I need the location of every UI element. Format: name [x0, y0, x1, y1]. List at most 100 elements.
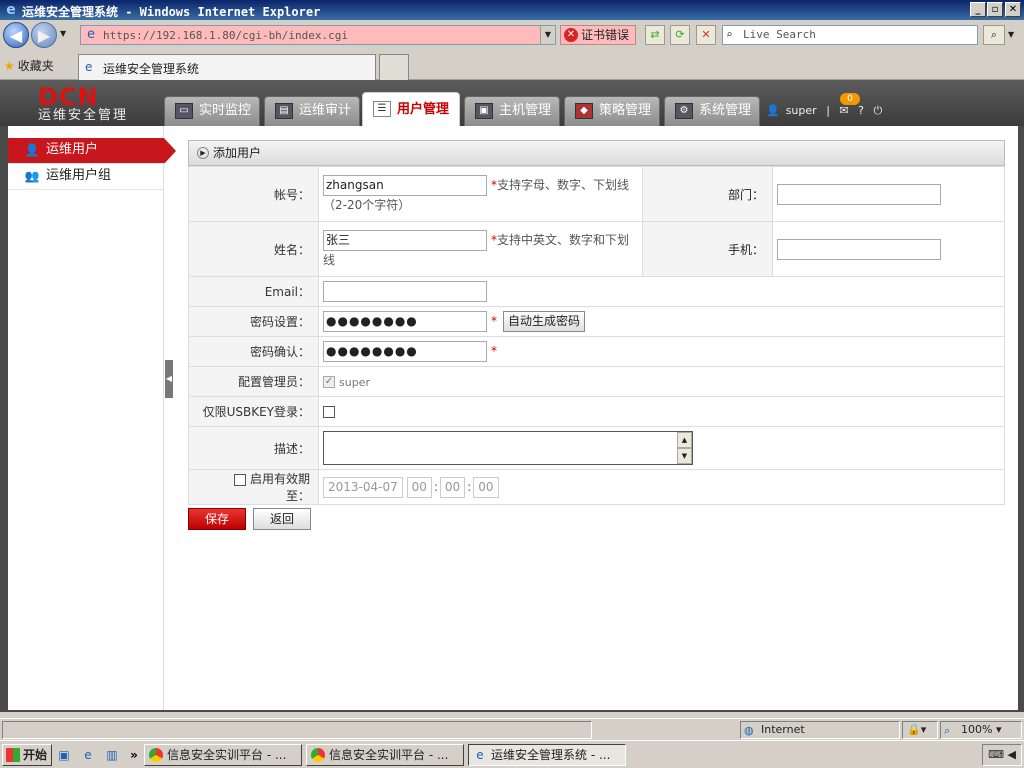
content-area: 👤 运维用户 👥 运维用户组 ◀ ▶ 添加用户 帐号： zhangsan *支持字… — [8, 126, 1018, 710]
zoom-button[interactable]: ⌕ 100% ▾ — [940, 721, 1022, 739]
user-doc-icon: ☰ — [373, 101, 391, 117]
monitor-icon: ▭ — [175, 103, 193, 119]
compat-view-icon[interactable]: ⇄ — [645, 25, 665, 45]
globe-icon: ◍ — [744, 724, 754, 737]
user-group-icon: 👥 — [24, 169, 40, 183]
search-input[interactable]: ⌕ Live Search — [722, 25, 978, 45]
ie-tab-icon: e — [85, 60, 93, 74]
refresh-icon[interactable]: ⟳ — [670, 25, 690, 45]
browser-tab[interactable]: e 运维安全管理系统 — [78, 54, 376, 80]
admin-value: super — [339, 375, 370, 389]
logo: DCN 运维安全管理 — [38, 83, 129, 123]
star-icon: ★ — [4, 59, 15, 73]
name-label: 姓名： — [188, 221, 319, 277]
cert-error-label: 证书错误 — [581, 28, 630, 42]
new-tab-button[interactable] — [379, 54, 409, 80]
expiry-date-input[interactable]: 2013-04-07 — [323, 476, 403, 498]
quicklaunch-more-icon[interactable]: » — [126, 747, 142, 763]
ie-icon: e — [476, 748, 484, 762]
tab-user-management[interactable]: ☰ 用户管理 — [362, 92, 460, 126]
address-bar[interactable]: e https://192.168.1.80/cgi-bh/index.cgi … — [80, 25, 556, 45]
search-options-icon[interactable]: ▼ — [1008, 30, 1014, 39]
favorites-button[interactable]: ★ 收藏夹 — [4, 57, 54, 74]
stop-icon[interactable]: ✕ — [696, 25, 716, 45]
status-text — [2, 721, 592, 739]
help-icon[interactable]: ? — [858, 104, 864, 117]
phone-label: 手机： — [642, 221, 773, 277]
forward-nav-button[interactable]: ▶ — [31, 22, 57, 48]
textarea-scrollbar[interactable]: ▲ ▼ — [677, 432, 692, 464]
expiry-second-input[interactable]: 00 — [473, 476, 499, 498]
expiry-minute-input[interactable]: 00 — [439, 476, 466, 498]
name-input[interactable]: 张三 — [323, 230, 487, 251]
save-button[interactable]: 保存 — [188, 508, 246, 530]
history-dropdown-icon[interactable]: ▼ — [60, 29, 66, 38]
start-button[interactable]: 开始 — [2, 744, 52, 766]
search-icon: ⌕ — [726, 28, 733, 41]
panel-header: ▶ 添加用户 — [188, 140, 1005, 166]
sidebar: 👤 运维用户 👥 运维用户组 — [8, 126, 176, 710]
add-user-form: 帐号： zhangsan *支持字母、数字、下划线（2-20个字符） 部门： 姓名… — [188, 166, 1005, 505]
cert-error-button[interactable]: ✕ 证书错误 — [560, 25, 636, 45]
chrome-icon — [149, 748, 163, 762]
department-input[interactable] — [777, 183, 941, 205]
system-tray: ⌨ ◀ — [982, 744, 1022, 766]
logout-icon[interactable]: ⏻ — [873, 104, 882, 117]
email-input[interactable] — [323, 281, 487, 302]
scroll-up-icon[interactable]: ▲ — [677, 432, 692, 448]
confirm-password-input[interactable]: ●●●●●●●● — [323, 341, 487, 362]
protected-mode-icon[interactable]: 🔒▾ — [902, 721, 938, 739]
task-button-3[interactable]: e 运维安全管理系统 - ... — [468, 744, 626, 766]
keyboard-icon[interactable]: ⌨ — [988, 748, 1004, 761]
email-label: Email： — [188, 276, 319, 307]
expiry-hour-input[interactable]: 00 — [406, 476, 432, 498]
current-user[interactable]: super — [786, 104, 817, 117]
expiry-label-cell: 启用有效期至： — [188, 469, 319, 505]
minimize-button[interactable]: _ — [970, 2, 986, 17]
volume-icon[interactable]: ◀ — [1007, 748, 1015, 761]
tab-system-management[interactable]: ⚙ 系统管理 — [664, 96, 760, 126]
audit-icon: ▤ — [275, 103, 293, 119]
favorites-bar: ★ 收藏夹 e 运维安全管理系统 — [0, 52, 1024, 80]
zone-indicator[interactable]: ◍ Internet — [740, 721, 900, 739]
account-input[interactable]: zhangsan — [323, 175, 487, 196]
message-count-badge: 0 — [840, 93, 860, 105]
back-nav-button[interactable]: ◀ — [3, 22, 29, 48]
show-desktop-icon[interactable]: ▣ — [56, 747, 72, 763]
app-header: DCN 运维安全管理 ▭ 实时监控 ▤ 运维审计 ☰ 用户管理 ▣ 主机管理 ◆ 策略管理… — [0, 80, 1024, 126]
task-button-1[interactable]: 信息安全实训平台 - ... — [144, 744, 302, 766]
windows-logo-icon — [6, 748, 20, 762]
generate-password-button[interactable]: 自动生成密码 — [503, 311, 586, 332]
expiry-checkbox[interactable] — [234, 473, 247, 486]
search-placeholder: Live Search — [743, 28, 816, 41]
sidebar-item-ops-user-groups[interactable]: 👥 运维用户组 — [8, 164, 164, 190]
mail-icon[interactable]: ✉ — [839, 104, 848, 117]
back-button[interactable]: 返回 — [253, 508, 311, 530]
account-label: 帐号： — [188, 166, 319, 222]
usbkey-label: 仅限USBKEY登录： — [188, 396, 319, 427]
close-window-button[interactable]: ✕ — [1005, 2, 1021, 17]
sidebar-item-ops-users[interactable]: 👤 运维用户 — [8, 138, 176, 164]
tab-host-management[interactable]: ▣ 主机管理 — [464, 96, 560, 126]
status-bar: ◍ Internet 🔒▾ ⌕ 100% ▾ — [0, 718, 1024, 740]
scroll-down-icon[interactable]: ▼ — [677, 448, 692, 464]
usbkey-checkbox[interactable] — [323, 406, 335, 418]
tab-realtime-monitor[interactable]: ▭ 实时监控 — [164, 96, 260, 126]
description-textarea[interactable]: ▲ ▼ — [323, 431, 693, 465]
admin-checkbox[interactable]: ✓ — [323, 376, 335, 388]
maximize-button[interactable]: ▫ — [987, 2, 1003, 17]
password-input[interactable]: ●●●●●●●● — [323, 311, 487, 332]
tab-audit[interactable]: ▤ 运维审计 — [264, 96, 360, 126]
app-frame: DCN 运维安全管理 ▭ 实时监控 ▤ 运维审计 ☰ 用户管理 ▣ 主机管理 ◆ 策略管理… — [0, 80, 1024, 712]
address-dropdown-icon[interactable]: ▼ — [540, 26, 555, 44]
tab-policy-management[interactable]: ◆ 策略管理 — [564, 96, 660, 126]
explorer-quicklaunch-icon[interactable]: ▥ — [104, 747, 120, 763]
ie-quicklaunch-icon[interactable]: e — [80, 747, 96, 763]
search-go-icon[interactable]: ⌕ — [983, 25, 1005, 45]
user-icon: 👤 — [766, 104, 780, 117]
user-icon: 👤 — [24, 143, 40, 157]
task-button-2[interactable]: 信息安全实训平台 - ... — [306, 744, 464, 766]
sidebar-collapse-handle[interactable]: ◀ — [165, 360, 173, 398]
chrome-icon — [311, 748, 325, 762]
phone-input[interactable] — [777, 238, 941, 260]
